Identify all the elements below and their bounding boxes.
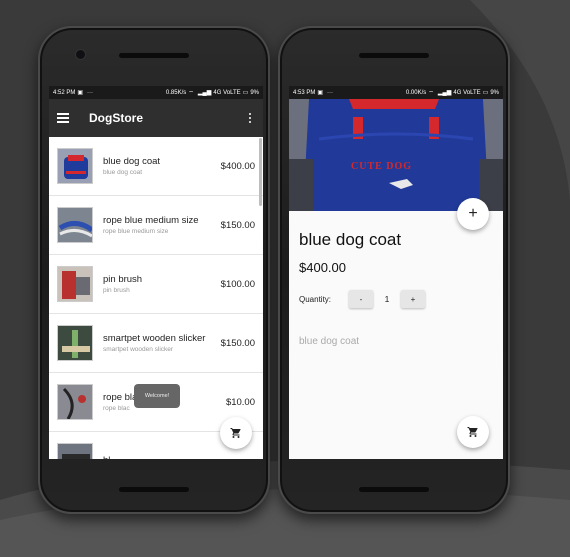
bottom-speaker — [119, 487, 189, 492]
product-detail: blue dog coat $400.00 Quantity: - 1 + bl… — [289, 230, 503, 347]
hero-brand-text: CUTE DOG — [351, 161, 413, 172]
product-hero-image: CUTE DOG — [289, 99, 503, 211]
app-toolbar: DogStore — [49, 99, 263, 137]
decrease-quantity-button[interactable]: - — [349, 290, 373, 308]
product-detail-screen: 4:53 PM ▣ ··· 0.00K/s ⌔ ▂▄▆ 4G VoLTE ▭ 9… — [289, 86, 503, 459]
product-thumbnail — [57, 148, 93, 184]
product-name: blue dog coat — [103, 156, 161, 167]
add-button[interactable]: + — [457, 198, 489, 230]
more-icon: ··· — [327, 89, 334, 96]
product-name: pin brush — [103, 274, 143, 285]
more-vert-icon[interactable] — [245, 112, 255, 124]
status-network: 4G VoLTE — [213, 89, 241, 96]
product-price: $150.00 — [220, 337, 255, 349]
wifi-icon: ⌔ — [428, 90, 434, 97]
status-time: 4:53 PM — [293, 89, 316, 96]
front-camera — [76, 50, 85, 59]
quantity-stepper: Quantity: - 1 + — [299, 290, 493, 308]
app-title: DogStore — [89, 111, 143, 125]
signal-icon: ▂▄▆ — [197, 90, 212, 96]
product-thumbnail — [57, 207, 93, 243]
product-price: $100.00 — [220, 278, 255, 290]
cart-button[interactable] — [220, 417, 252, 449]
more-icon: ··· — [87, 89, 94, 96]
status-speed: 0.00K/s — [405, 89, 427, 96]
status-bar: 4:52 PM ▣ ··· 0.85K/s ⌔ ▂▄▆ 4G VoLTE ▭ 9… — [49, 86, 263, 99]
list-scrollbar[interactable] — [259, 138, 262, 206]
product-list: blue dog coat blue dog coat $400.00 rope… — [49, 137, 263, 459]
product-row[interactable]: smartpet wooden slicker smartpet wooden … — [49, 314, 263, 373]
status-bar: 4:53 PM ▣ ··· 0.00K/s ⌔ ▂▄▆ 4G VoLTE ▭ 9… — [289, 86, 503, 99]
bottom-speaker — [359, 487, 429, 492]
status-battery: 9% — [490, 89, 499, 96]
product-name: smartpet wooden slicker — [103, 333, 206, 344]
cart-button[interactable] — [457, 416, 489, 448]
wifi-icon: ⌔ — [188, 90, 194, 97]
hamburger-icon[interactable] — [57, 113, 71, 123]
status-network: 4G VoLTE — [453, 89, 481, 96]
status-time: 4:52 PM — [53, 89, 76, 96]
product-thumbnail — [57, 443, 93, 459]
product-price: $400.00 — [299, 260, 346, 275]
product-thumbnail — [57, 325, 93, 361]
status-speed: 0.85K/s — [165, 89, 187, 96]
product-title: blue dog coat — [299, 230, 402, 249]
product-list-screen: 4:52 PM ▣ ··· 0.85K/s ⌔ ▂▄▆ 4G VoLTE ▭ 9… — [49, 86, 263, 459]
battery-icon: ▭ — [482, 90, 489, 96]
right-phone: 4:53 PM ▣ ··· 0.00K/s ⌔ ▂▄▆ 4G VoLTE ▭ 9… — [278, 26, 510, 514]
notification-icon: ▣ — [317, 90, 324, 96]
product-name: bl — [103, 455, 251, 460]
product-thumbnail — [57, 384, 93, 420]
quantity-value: 1 — [384, 294, 390, 304]
product-desc: blue dog coat — [103, 169, 143, 176]
status-battery: 9% — [250, 89, 259, 96]
product-row[interactable]: blue dog coat blue dog coat $400.00 — [49, 137, 263, 196]
left-phone: 4:52 PM ▣ ··· 0.85K/s ⌔ ▂▄▆ 4G VoLTE ▭ 9… — [38, 26, 270, 514]
battery-icon: ▭ — [242, 90, 249, 96]
increase-quantity-button[interactable]: + — [401, 290, 425, 308]
welcome-toast: Welcome! — [134, 384, 180, 408]
notification-icon: ▣ — [77, 90, 84, 96]
quantity-label: Quantity: — [299, 294, 332, 304]
product-price: $150.00 — [220, 219, 255, 231]
product-row[interactable]: rope blue medium size rope blue medium s… — [49, 196, 263, 255]
product-row[interactable]: pin brush pin brush $100.00 — [49, 255, 263, 314]
product-description: blue dog coat — [299, 336, 360, 347]
signal-icon: ▂▄▆ — [437, 90, 452, 96]
product-desc: smartpet wooden slicker — [103, 346, 174, 353]
product-name: rope blue medium size — [103, 215, 199, 226]
product-price: $400.00 — [220, 160, 255, 172]
product-price: $10.00 — [225, 396, 255, 408]
product-thumbnail — [57, 266, 93, 302]
plus-icon: + — [468, 205, 478, 222]
product-desc: rope blue medium size — [103, 228, 169, 235]
earpiece-speaker — [359, 53, 429, 58]
cart-icon — [230, 428, 241, 438]
product-desc: pin brush — [103, 287, 130, 294]
cart-icon — [467, 427, 478, 437]
earpiece-speaker — [119, 53, 189, 58]
